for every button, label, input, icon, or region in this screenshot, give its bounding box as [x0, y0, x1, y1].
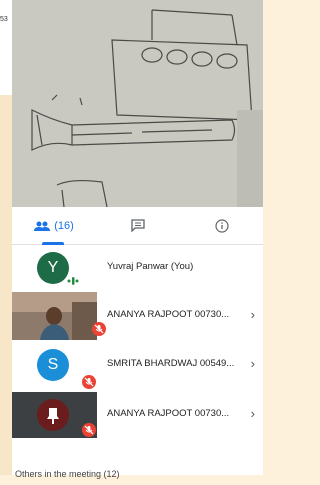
mic-off-icon: [82, 375, 96, 389]
participant-row[interactable]: Y Yuvraj Panwar (You): [12, 244, 263, 294]
chevron-right-icon[interactable]: ›: [251, 307, 255, 322]
avatar: [37, 399, 69, 431]
participant-name: ANANYA RAJPOOT 00730...: [107, 408, 230, 419]
avatar: Y: [37, 252, 69, 284]
participant-row[interactable]: S SMRITA BHARDWAJ 00549... ›: [12, 341, 263, 391]
others-section-header: Others in the meeting (12): [15, 469, 120, 479]
people-icon: [34, 221, 51, 231]
participant-row[interactable]: ANANYA RAJPOOT 00730... ›: [12, 391, 263, 441]
chat-icon: [131, 219, 145, 232]
participant-name: ANANYA RAJPOOT 00730...: [107, 309, 230, 320]
tab-people[interactable]: (16): [12, 207, 96, 244]
participants-panel: (16) Y Yuvraj Panwar (You) ANANYA RAJPOO…: [12, 207, 263, 479]
background-label: 53: [0, 16, 8, 23]
avatar: S: [37, 349, 69, 381]
participant-name: SMRITA BHARDWAJ 00549...: [107, 358, 235, 369]
tab-chat[interactable]: [96, 207, 180, 244]
participant-name: Yuvraj Panwar (You): [107, 261, 194, 272]
participant-video-thumbnail: [12, 292, 97, 340]
chevron-right-icon[interactable]: ›: [251, 406, 255, 421]
people-count: (16): [54, 219, 74, 232]
mic-off-icon: [92, 322, 106, 336]
chevron-right-icon[interactable]: ›: [251, 356, 255, 371]
hand-icon: [47, 408, 59, 424]
mic-off-icon: [82, 423, 96, 437]
panel-tabs: (16): [12, 207, 263, 245]
sketch-drawing: [12, 0, 263, 207]
participant-row[interactable]: ANANYA RAJPOOT 00730... ›: [12, 292, 263, 342]
video-feed[interactable]: [12, 0, 263, 207]
speaking-icon: [67, 277, 79, 285]
tab-info[interactable]: [180, 207, 263, 244]
info-icon: [214, 218, 229, 233]
